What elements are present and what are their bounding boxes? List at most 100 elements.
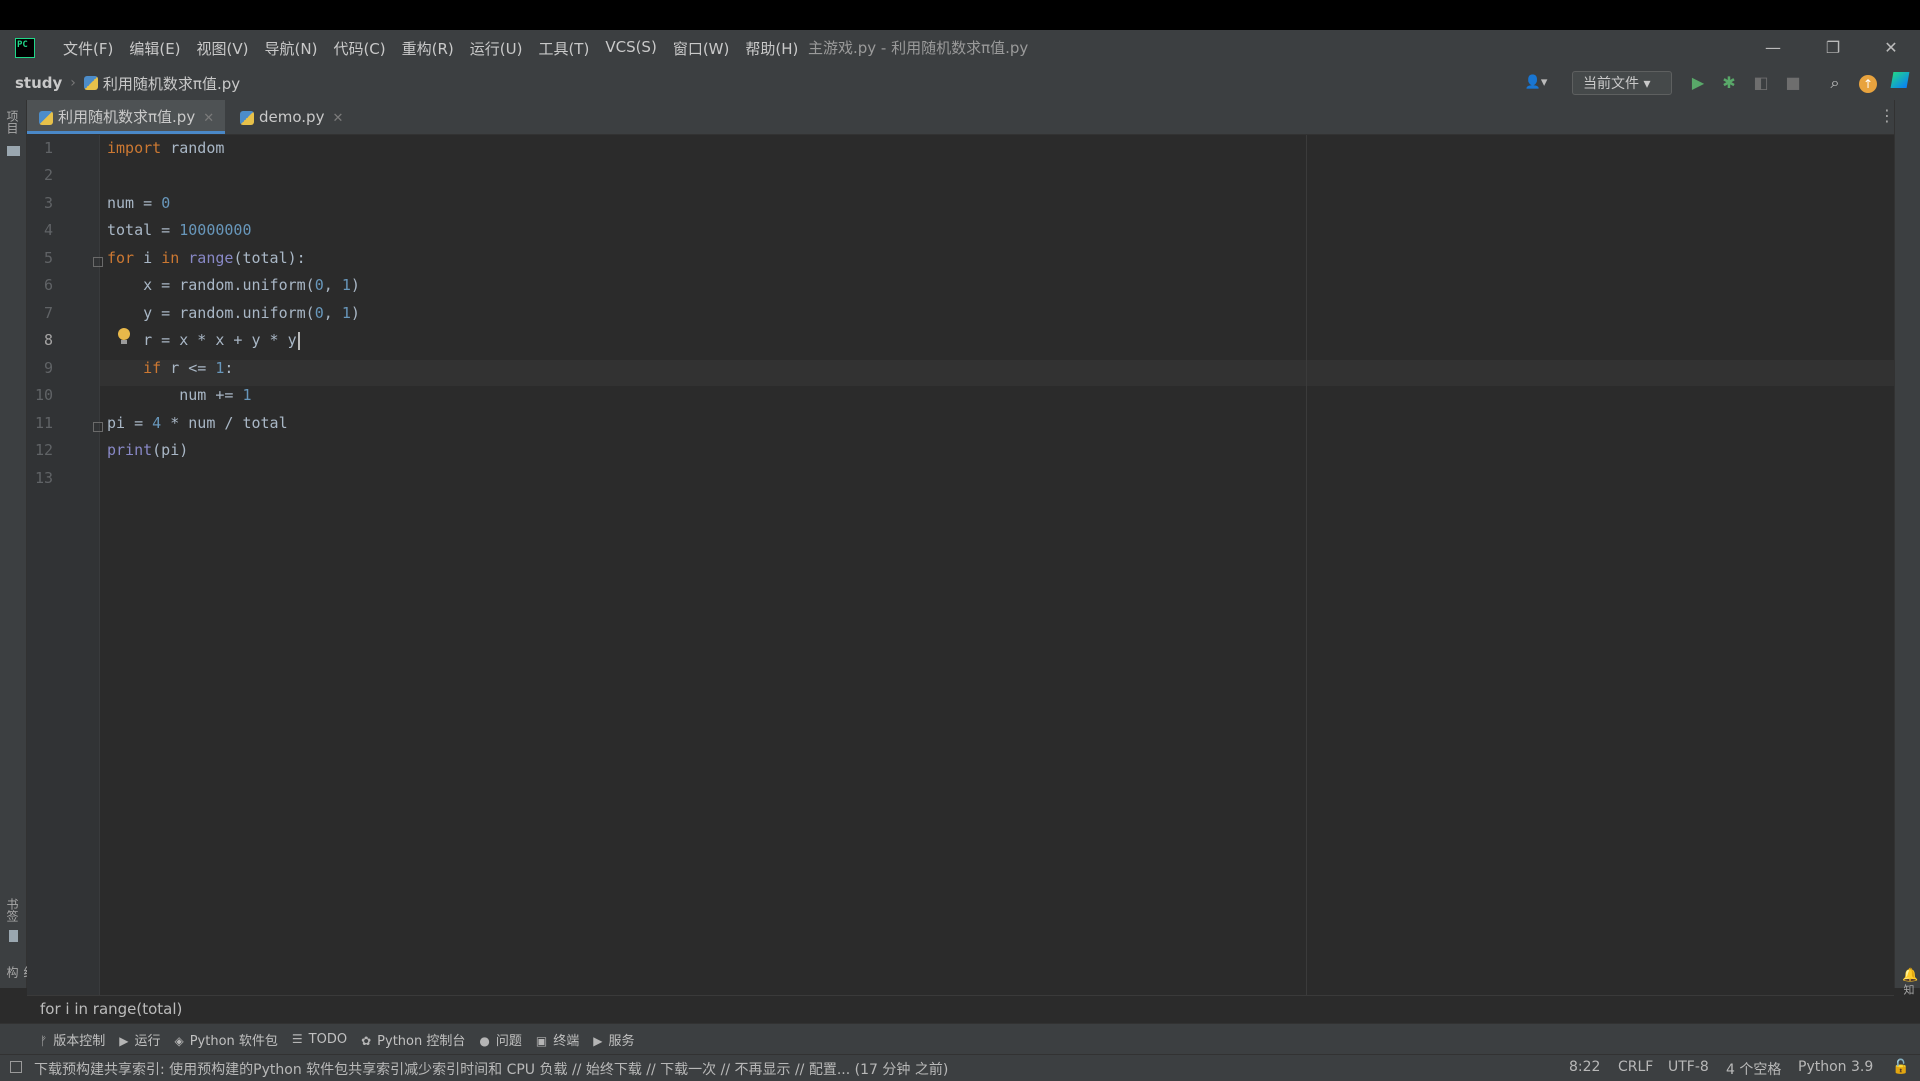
run-icon[interactable]: ▶ [1687,72,1709,94]
code-breadcrumb[interactable]: for i in range(total) [40,1000,182,1018]
stop-icon[interactable]: ■ [1782,72,1804,94]
bookmark-icon [9,930,18,942]
lock-icon[interactable]: 🔓 [1892,1059,1909,1075]
code-line: import random [107,139,225,157]
search-icon[interactable]: ⌕ [1824,72,1846,94]
tool-window-bar: ᚠ 版本控制 ▶ 运行 ◈ Python 软件包 ☰ TODO ✿ Python 控制台 … [0,1023,1920,1054]
todo-tool-button[interactable]: ☰ TODO [292,1032,347,1047]
menu-help[interactable]: 帮助(H) [737,38,806,59]
tool-label: Python 软件包 [189,1033,278,1049]
right-margin-guide [1306,135,1307,995]
line-number: 12 [34,441,53,459]
run-tool-button[interactable]: ▶ 运行 [119,1030,160,1049]
tab-pi-random[interactable]: 利用随机数求π值.py ✕ [27,100,225,134]
code-line: x = random.uniform(0, 1) [107,276,360,294]
window-title: 主游戏.py - 利用随机数求π值.py [808,39,1029,57]
title-bar: 文件(F) 编辑(E) 视图(V) 导航(N) 代码(C) 重构(R) 运行(U… [0,30,1920,66]
tab-label: demo.py [259,108,325,126]
line-number: 13 [34,469,53,487]
user-icon[interactable]: 👤▾ [1518,72,1554,94]
folder-icon [7,146,20,156]
packages-icon: ◈ [174,1033,184,1048]
menu-run[interactable]: 运行(U) [462,38,531,59]
text-caret [297,331,300,350]
line-number: 2 [43,166,53,184]
problems-tool-button[interactable]: ● 问题 [479,1030,522,1049]
nav-file-name[interactable]: 利用随机数求π值.py [103,73,240,94]
caret-position[interactable]: 8:22 [1569,1059,1600,1075]
line-number: 4 [43,221,53,239]
menu-navigate[interactable]: 导航(N) [257,38,326,59]
vcs-tool-button[interactable]: ᚠ 版本控制 [40,1030,105,1049]
jetbrains-toolbox-icon[interactable] [1889,72,1911,94]
tool-label: 运行 [134,1033,161,1049]
tab-close-icon[interactable]: ✕ [332,111,343,126]
menu-refactor[interactable]: 重构(R) [394,38,462,59]
menu-edit[interactable]: 编辑(E) [121,38,188,59]
code-line: print(pi) [107,441,189,459]
menu-view[interactable]: 视图(V) [189,38,257,59]
close-window-button[interactable]: ✕ [1862,30,1920,66]
minimize-button[interactable]: — [1744,30,1802,66]
indent-setting[interactable]: 4 个空格 [1726,1059,1781,1079]
left-tool-strip: 项目 书签 结构 [0,100,36,988]
right-tool-strip: 🔔 通知 [1894,100,1920,995]
code-line: num = 0 [107,194,171,212]
project-tool-tab[interactable]: 项目 [4,110,21,134]
python-packages-tool-button[interactable]: ◈ Python 软件包 [174,1030,277,1049]
notifications-icon[interactable]: 🔔 [1902,968,1918,983]
pycharm-logo-icon [15,38,35,58]
services-tool-button[interactable]: ▶ 服务 [593,1030,634,1049]
update-icon[interactable]: ↑ [1857,72,1879,94]
code-line: for i in range(total): [107,249,306,267]
more-options-icon[interactable]: ⋮ [1879,106,1895,125]
python-file-icon [83,76,98,90]
python-interpreter[interactable]: Python 3.9 [1798,1059,1873,1075]
line-number: 5 [43,249,53,267]
tab-close-icon[interactable]: ✕ [203,111,214,126]
notifications-tool-tab[interactable]: 通知 [1900,984,1920,995]
code-line: pi = 4 * num / total [107,414,288,432]
code-line: if r <= 1: [143,359,234,377]
menu-code[interactable]: 代码(C) [325,38,393,59]
status-toggle-icon[interactable] [10,1061,22,1073]
tab-label: 利用随机数求π值.py [58,108,196,126]
editor-tabs: 利用随机数求π值.py ✕ demo.py ✕ ⋮ [27,100,1895,135]
code-editor[interactable]: import random num = 0 total = 10000000 f… [100,135,1894,995]
line-number: 1 [43,139,53,157]
menu-tools[interactable]: 工具(T) [530,38,597,59]
menu-file[interactable]: 文件(F) [55,38,121,59]
tab-demo[interactable]: demo.py ✕ [228,100,346,134]
problems-icon: ● [479,1033,490,1048]
list-icon: ☰ [291,1031,303,1046]
line-number: 6 [43,276,53,294]
services-icon: ▶ [593,1033,603,1048]
restore-button[interactable]: ❐ [1804,30,1862,66]
current-line-highlight [100,360,1894,386]
python-console-tool-button[interactable]: ✿ Python 控制台 [361,1030,465,1049]
ide-window: 文件(F) 编辑(E) 视图(V) 导航(N) 代码(C) 重构(R) 运行(U… [0,30,1920,1081]
code-line: num += 1 [107,386,252,404]
python-file-icon [39,110,53,125]
project-name[interactable]: study [15,74,62,92]
line-number-gutter: 1 2 3 4 5 6 7 8 9 10 11 12 13 [27,135,103,995]
coverage-icon[interactable]: ◧ [1750,72,1772,94]
debug-icon[interactable]: ✱ [1718,72,1740,94]
line-number: 9 [43,359,53,377]
tool-label: TODO [308,1031,348,1047]
navigation-bar: study › 利用随机数求π值.py 👤▾ 当前文件 ▾ ▶ ✱ ◧ ■ ⌕ … [0,66,1920,101]
file-encoding[interactable]: UTF-8 [1668,1059,1709,1075]
tool-label: Python 控制台 [377,1033,466,1049]
status-message[interactable]: 下载预构建共享索引: 使用预构建的Python 软件包共享索引减少索引时间和 C… [34,1059,948,1079]
menu-window[interactable]: 窗口(W) [665,38,738,59]
menu-vcs[interactable]: VCS(S) [597,38,664,59]
line-ending[interactable]: CRLF [1618,1059,1653,1075]
line-number: 10 [34,386,53,404]
branch-icon: ᚠ [40,1033,48,1048]
run-configuration-select[interactable]: 当前文件 ▾ [1572,71,1672,95]
bookmarks-tool-tab[interactable]: 书签 [4,898,21,922]
terminal-icon: ▣ [535,1033,548,1048]
code-breadcrumb-bar: for i in range(total) [27,995,1894,1024]
terminal-tool-button[interactable]: ▣ 终端 [536,1030,579,1049]
tool-label: 终端 [553,1033,580,1049]
